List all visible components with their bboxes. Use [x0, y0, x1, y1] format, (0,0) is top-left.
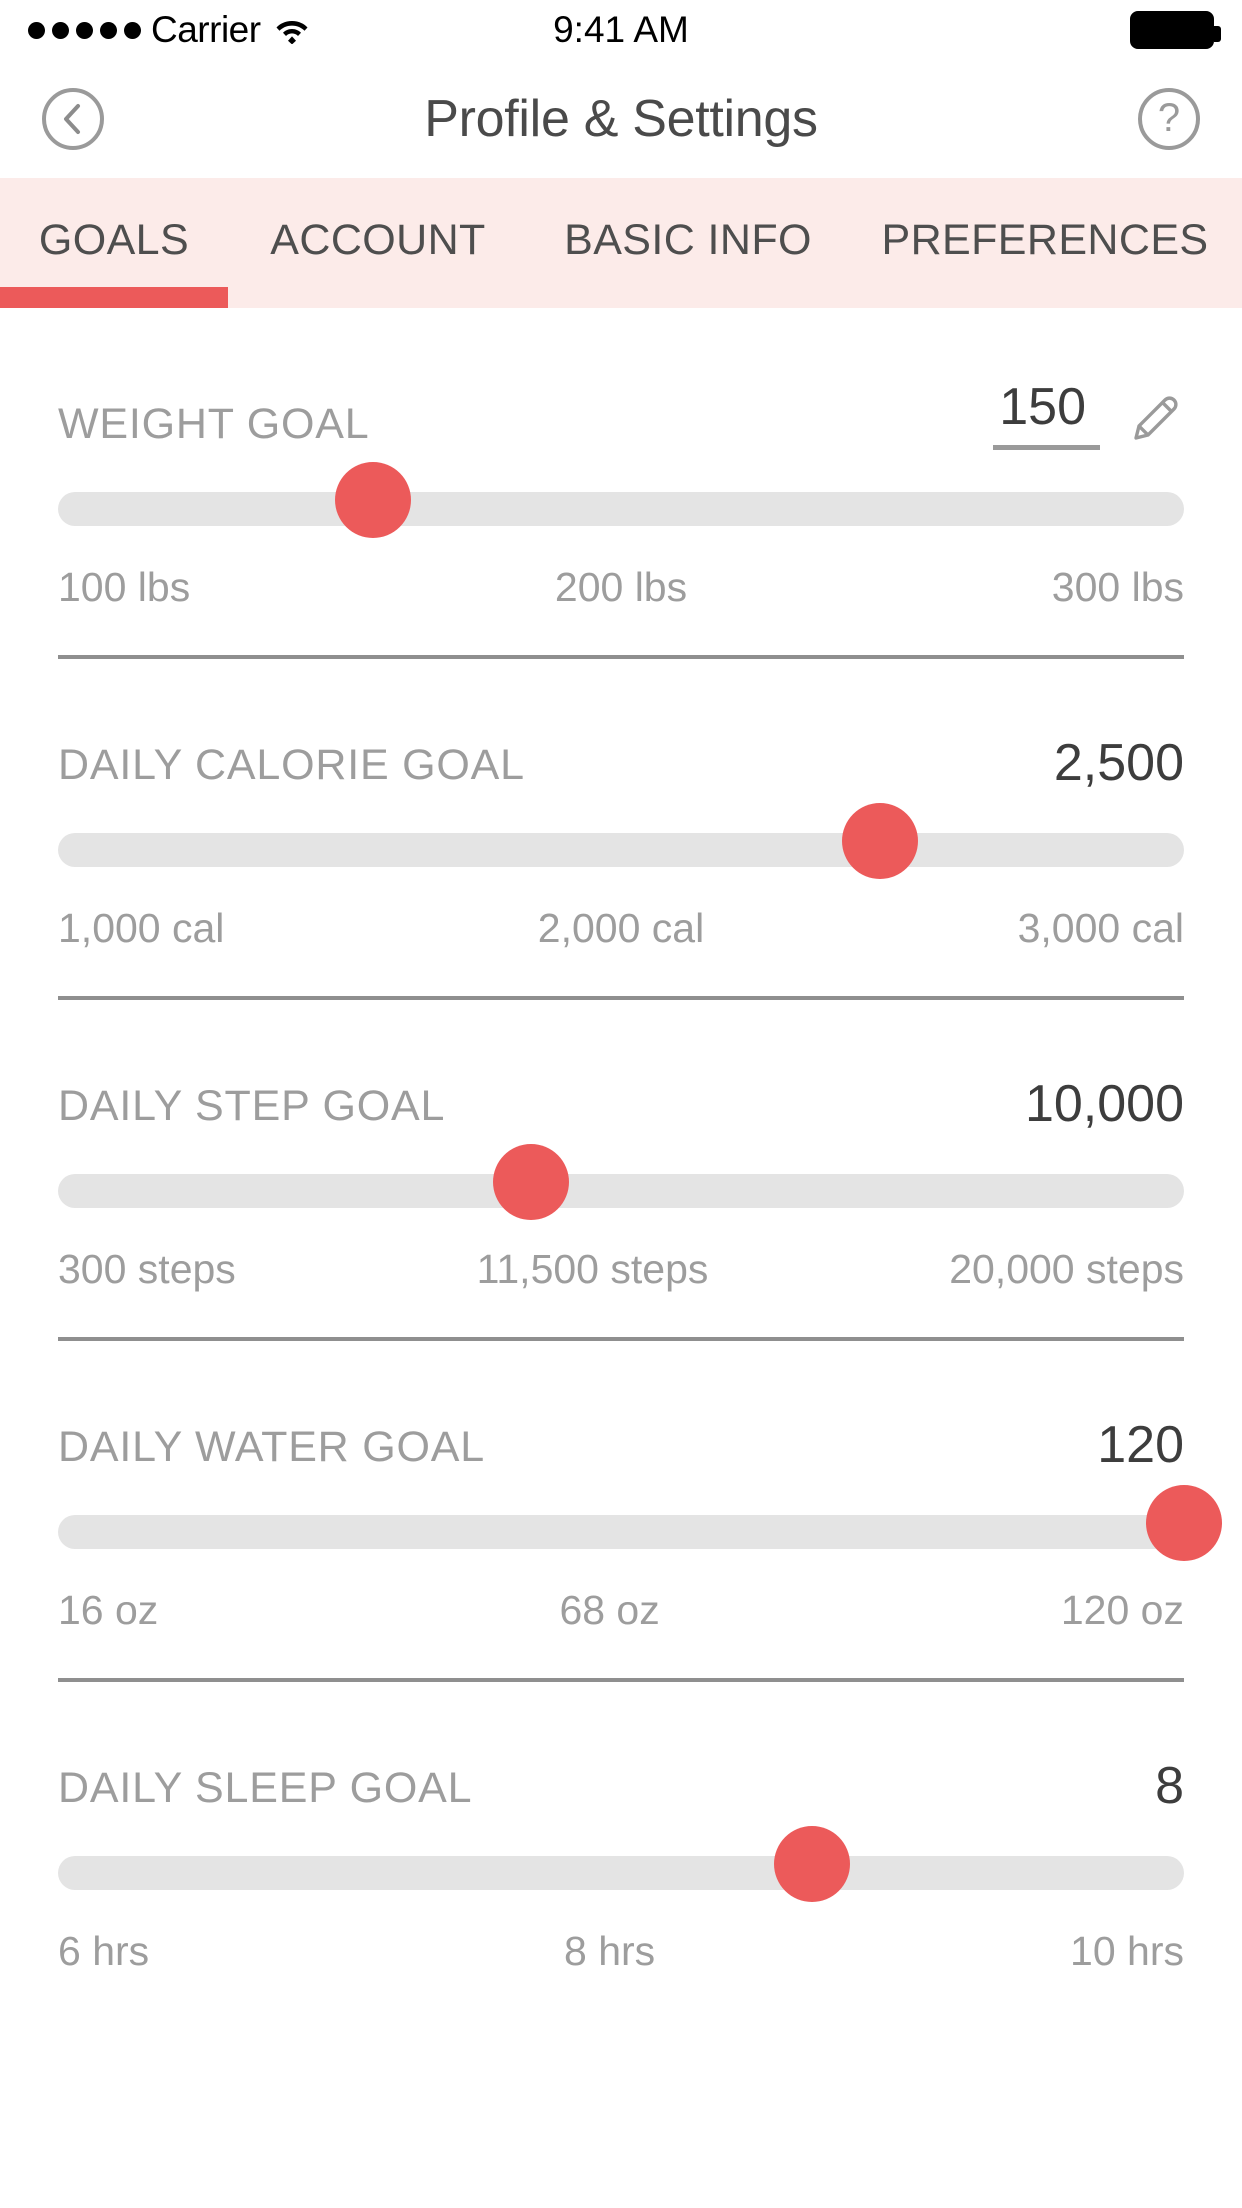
- question-mark-icon: ?: [1157, 96, 1181, 140]
- back-button[interactable]: [42, 88, 104, 150]
- scale-max: 3,000 cal: [1017, 905, 1184, 951]
- tab-goals[interactable]: GOALS: [0, 216, 228, 265]
- goals-list: WEIGHT GOAL 150 100 lbs 200 lbs 300 lbs: [0, 308, 1242, 1975]
- tab-basic-info[interactable]: BASIC INFO: [528, 216, 848, 265]
- goal-label: DAILY WATER GOAL: [58, 1423, 485, 1471]
- goal-row-weight: WEIGHT GOAL 150 100 lbs 200 lbs 300 lbs: [0, 308, 1242, 659]
- goal-row-water: DAILY WATER GOAL 120 16 oz 68 oz 120 oz: [0, 1341, 1242, 1682]
- slider-thumb[interactable]: [335, 462, 412, 538]
- tab-account[interactable]: ACCOUNT: [228, 216, 528, 265]
- scale-min: 16 oz: [58, 1587, 159, 1633]
- weight-goal-slider[interactable]: [58, 462, 1184, 560]
- water-goal-slider[interactable]: [58, 1485, 1222, 1583]
- status-bar: Carrier 9:41 AM: [0, 0, 1242, 60]
- tab-preferences[interactable]: PREFERENCES: [848, 216, 1242, 265]
- scale-mid: 2,000 cal: [537, 905, 705, 951]
- goal-value: 120: [1097, 1416, 1184, 1474]
- slider-scale: 1,000 cal 2,000 cal 3,000 cal: [58, 905, 1184, 952]
- slider-thumb[interactable]: [1146, 1485, 1222, 1561]
- help-button[interactable]: ?: [1138, 88, 1200, 150]
- goal-value: 8: [1155, 1757, 1184, 1815]
- slider-scale: 16 oz 68 oz 120 oz: [58, 1587, 1184, 1634]
- active-tab-indicator: [0, 287, 228, 308]
- scale-mid: 68 oz: [559, 1587, 660, 1633]
- goal-header: DAILY STEP GOAL 10,000: [58, 1000, 1184, 1132]
- goal-row-calorie: DAILY CALORIE GOAL 2,500 1,000 cal 2,000…: [0, 659, 1242, 1000]
- slider-track[interactable]: [58, 1856, 1184, 1890]
- goal-label: WEIGHT GOAL: [58, 400, 370, 448]
- goal-label: DAILY STEP GOAL: [58, 1082, 446, 1130]
- scale-min: 1,000 cal: [58, 905, 225, 951]
- step-goal-slider[interactable]: [58, 1144, 1184, 1242]
- slider-track[interactable]: [58, 1174, 1184, 1208]
- battery-icon: [1130, 11, 1221, 49]
- sleep-goal-slider[interactable]: [58, 1826, 1184, 1924]
- pencil-icon[interactable]: [1122, 390, 1184, 452]
- scale-mid: 11,500 steps: [476, 1246, 709, 1292]
- goal-label: DAILY CALORIE GOAL: [58, 741, 525, 789]
- scale-mid: 200 lbs: [554, 564, 688, 610]
- slider-track[interactable]: [58, 492, 1184, 526]
- goal-label: DAILY SLEEP GOAL: [58, 1764, 473, 1812]
- goal-header: DAILY WATER GOAL 120: [58, 1341, 1184, 1473]
- slider-scale: 100 lbs 200 lbs 300 lbs: [58, 564, 1184, 611]
- scale-min: 6 hrs: [58, 1928, 150, 1974]
- goal-row-sleep: DAILY SLEEP GOAL 8 6 hrs 8 hrs 10 hrs: [0, 1682, 1242, 1975]
- tab-bar: GOALS ACCOUNT BASIC INFO PREFERENCES: [0, 178, 1242, 308]
- weight-goal-input[interactable]: 150: [993, 380, 1100, 450]
- slider-scale: 6 hrs 8 hrs 10 hrs: [58, 1928, 1184, 1975]
- slider-thumb[interactable]: [841, 803, 918, 879]
- slider-thumb[interactable]: [774, 1826, 851, 1902]
- scale-min: 100 lbs: [58, 564, 191, 610]
- slider-track[interactable]: [58, 833, 1184, 867]
- scale-max: 10 hrs: [1070, 1928, 1184, 1974]
- scale-max: 120 oz: [1060, 1587, 1184, 1633]
- goal-header: DAILY CALORIE GOAL 2,500: [58, 659, 1184, 791]
- scale-max: 20,000 steps: [949, 1246, 1184, 1292]
- chevron-left-icon: [64, 104, 80, 134]
- slider-track[interactable]: [58, 1515, 1184, 1549]
- goal-header: DAILY SLEEP GOAL 8: [58, 1682, 1184, 1814]
- navigation-bar: Profile & Settings ?: [0, 60, 1242, 178]
- scale-mid: 8 hrs: [564, 1928, 656, 1974]
- goal-value-editor[interactable]: 150: [993, 380, 1184, 450]
- calorie-goal-slider[interactable]: [58, 803, 1184, 901]
- scale-min: 300 steps: [58, 1246, 236, 1292]
- scale-max: 300 lbs: [1051, 564, 1184, 610]
- goal-row-step: DAILY STEP GOAL 10,000 300 steps 11,500 …: [0, 1000, 1242, 1341]
- status-bar-time: 9:41 AM: [553, 9, 689, 50]
- page-title: Profile & Settings: [424, 90, 818, 148]
- slider-thumb[interactable]: [492, 1144, 569, 1220]
- goal-header: WEIGHT GOAL 150: [58, 308, 1184, 450]
- slider-scale: 300 steps 11,500 steps 20,000 steps: [58, 1246, 1184, 1293]
- goal-value: 10,000: [1024, 1075, 1184, 1133]
- goal-value: 2,500: [1053, 734, 1184, 792]
